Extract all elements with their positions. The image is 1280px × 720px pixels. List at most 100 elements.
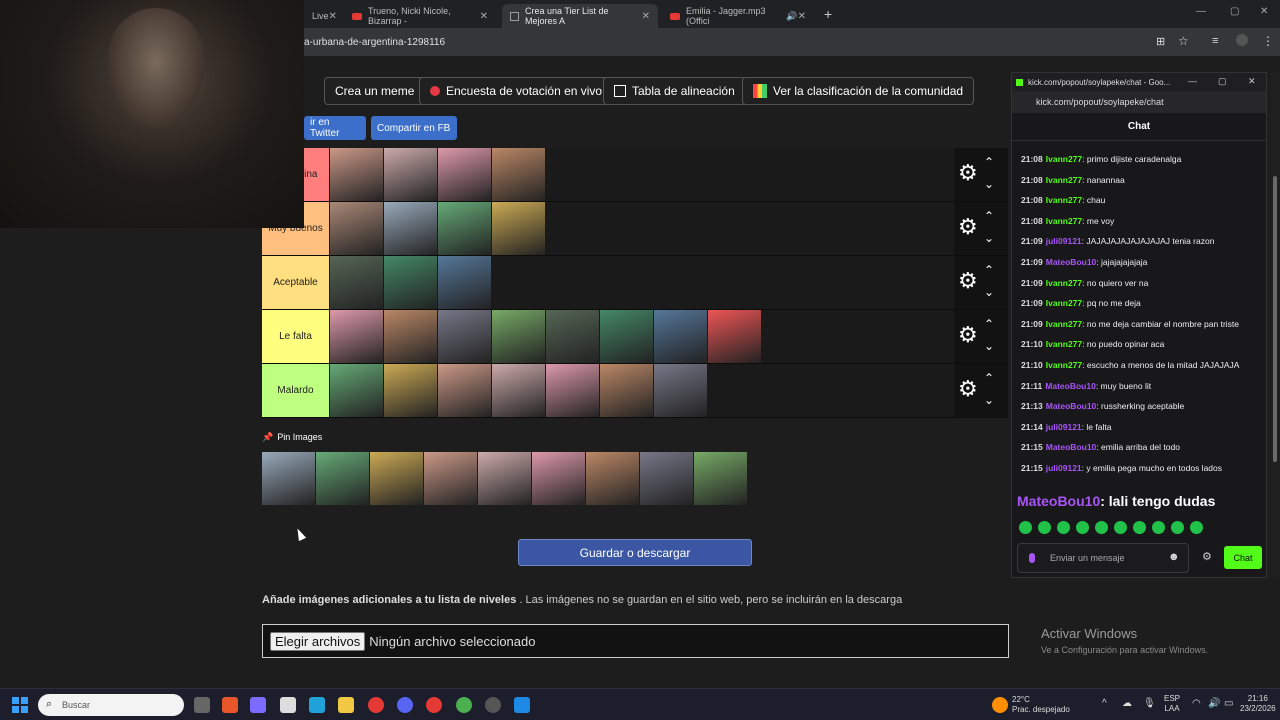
message-user[interactable]: Ivann277 <box>1046 339 1082 349</box>
alignment-chart-button[interactable]: Tabla de alineación <box>603 77 746 105</box>
share-facebook-button[interactable]: Compartir en FB <box>371 116 457 140</box>
message-user[interactable]: Ivann277 <box>1046 298 1082 308</box>
chevron-down-icon[interactable]: ⌄ <box>984 394 994 406</box>
scrollbar-thumb[interactable] <box>1273 176 1277 462</box>
task-view-icon[interactable] <box>194 697 210 713</box>
tier-item-image[interactable] <box>492 310 545 363</box>
tier-item-image[interactable] <box>424 452 477 505</box>
speaker-icon[interactable]: 🔊 <box>786 11 797 22</box>
tier-item-image[interactable] <box>384 310 437 363</box>
message-user[interactable]: juli09121 <box>1046 236 1082 246</box>
message-user[interactable]: Ivann277 <box>1046 175 1082 185</box>
tier-item-image[interactable] <box>600 364 653 417</box>
chat-message-input[interactable]: Enviar un mensaje <box>1017 543 1189 573</box>
tier-item-image[interactable] <box>438 148 491 201</box>
tier-item-image[interactable] <box>492 202 545 255</box>
chevron-up-icon[interactable]: ⌃ <box>984 318 994 330</box>
tier-item-image[interactable] <box>492 364 545 417</box>
message-user[interactable]: Ivann277 <box>1046 278 1082 288</box>
brave-icon[interactable] <box>222 697 238 713</box>
tier-item-image[interactable] <box>600 310 653 363</box>
maximize-icon[interactable]: ▢ <box>1230 6 1239 17</box>
message-user[interactable]: Ivann277 <box>1046 195 1082 205</box>
tier-item-image[interactable] <box>640 452 693 505</box>
emoji-icon[interactable]: ☻ <box>1168 551 1180 563</box>
message-user[interactable]: juli09121 <box>1046 463 1082 473</box>
windows-start-icon[interactable] <box>12 697 28 713</box>
tier-item-image[interactable] <box>262 452 315 505</box>
browser-tab[interactable]: Emilia - Jagger.mp3 (Offici 🔊 ✕ <box>662 4 814 28</box>
emote-icon[interactable] <box>1171 521 1184 534</box>
community-ranking-button[interactable]: Ver la clasificación de la comunidad <box>742 77 975 105</box>
browser-tab[interactable]: Trueno, Nicki Nicole, Bizarrap - ✕ <box>344 4 496 28</box>
emote-icon[interactable] <box>1038 521 1051 534</box>
tier-label[interactable]: Malardo <box>262 364 329 417</box>
tier-item-image[interactable] <box>492 148 545 201</box>
tier-item-image[interactable] <box>330 148 383 201</box>
create-meme-button[interactable]: Crea un meme <box>324 77 426 105</box>
tier-item-image[interactable] <box>438 202 491 255</box>
message-user[interactable]: Ivann277 <box>1046 154 1082 164</box>
discord-icon[interactable] <box>397 697 413 713</box>
menu-dots-icon[interactable]: ⋮ <box>1262 34 1274 48</box>
media-icon[interactable]: ≡ <box>1212 35 1218 47</box>
browser-tab[interactable]: Live ✕ <box>304 4 344 28</box>
tier-item-image[interactable] <box>384 256 437 309</box>
chrome-active-icon[interactable] <box>456 697 472 713</box>
minimize-icon[interactable]: — <box>1188 76 1197 86</box>
bookmark-star-icon[interactable]: ☆ <box>1178 34 1189 48</box>
tier-item-image[interactable] <box>330 364 383 417</box>
microphone-icon[interactable] <box>1029 553 1035 563</box>
tier-item-image[interactable] <box>370 452 423 505</box>
emote-icon[interactable] <box>1095 521 1108 534</box>
browser-tab-active[interactable]: Crea una Tier List de Mejores A ✕ <box>502 4 658 28</box>
tier-item-image[interactable] <box>438 256 491 309</box>
gear-icon[interactable]: ⚙ <box>958 216 978 238</box>
message-user[interactable]: Ivann277 <box>1046 319 1082 329</box>
chevron-down-icon[interactable]: ⌄ <box>984 178 994 190</box>
tier-item-image[interactable] <box>654 364 707 417</box>
tier-item-image[interactable] <box>546 310 599 363</box>
tier-item-image[interactable] <box>478 452 531 505</box>
chevron-down-icon[interactable]: ⌄ <box>984 286 994 298</box>
tier-item-image[interactable] <box>330 202 383 255</box>
close-icon[interactable]: ✕ <box>642 11 650 22</box>
weather-icon[interactable] <box>992 697 1008 713</box>
chevron-up-icon[interactable]: ⌃ <box>984 210 994 222</box>
clock[interactable]: 21:16 23/2/2026 <box>1240 694 1276 714</box>
close-icon[interactable]: ✕ <box>480 11 488 22</box>
gear-icon[interactable]: ⚙ <box>958 270 978 292</box>
chevron-up-icon[interactable]: ⌃ <box>984 156 994 168</box>
gear-icon[interactable]: ⚙ <box>958 324 978 346</box>
emote-icon[interactable] <box>1190 521 1203 534</box>
translate-icon[interactable]: ⊞ <box>1156 35 1165 48</box>
minimize-icon[interactable]: — <box>1196 6 1206 17</box>
file-input[interactable]: Elegir archivos Ningún archivo selecciona… <box>262 624 1009 658</box>
volume-icon[interactable]: 🔊 <box>1208 699 1220 709</box>
close-window-icon[interactable]: ✕ <box>1260 6 1268 17</box>
wifi-icon[interactable]: ◠ <box>1192 699 1201 709</box>
message-user[interactable]: Ivann277 <box>1046 216 1082 226</box>
store-icon[interactable] <box>280 697 296 713</box>
message-user[interactable]: MateoBou10 <box>1045 381 1096 391</box>
emote-icon[interactable] <box>1057 521 1070 534</box>
tray-chevron-icon[interactable]: ^ <box>1102 699 1107 709</box>
emote-icon[interactable] <box>1076 521 1089 534</box>
chrome-icon[interactable] <box>368 697 384 713</box>
taskbar-search[interactable]: ⌕ Buscar <box>38 694 184 716</box>
network-tray-icon[interactable]: ☁ <box>1122 699 1132 709</box>
edge-icon[interactable] <box>309 697 325 713</box>
message-user[interactable]: MateoBou10 <box>1046 401 1097 411</box>
send-chat-button[interactable]: Chat <box>1224 546 1262 569</box>
gear-icon[interactable]: ⚙ <box>958 378 978 400</box>
chevron-up-icon[interactable]: ⌃ <box>984 264 994 276</box>
opera-icon[interactable] <box>426 697 442 713</box>
language-indicator[interactable]: ESP LAA <box>1164 694 1180 714</box>
tier-item-image[interactable] <box>586 452 639 505</box>
share-twitter-button[interactable]: ir en Twitter <box>304 116 366 140</box>
tier-item-image[interactable] <box>532 452 585 505</box>
chevron-up-icon[interactable]: ⌃ <box>984 372 994 384</box>
tier-item-image[interactable] <box>438 310 491 363</box>
copilot-icon[interactable] <box>250 697 266 713</box>
tier-item-image[interactable] <box>384 148 437 201</box>
